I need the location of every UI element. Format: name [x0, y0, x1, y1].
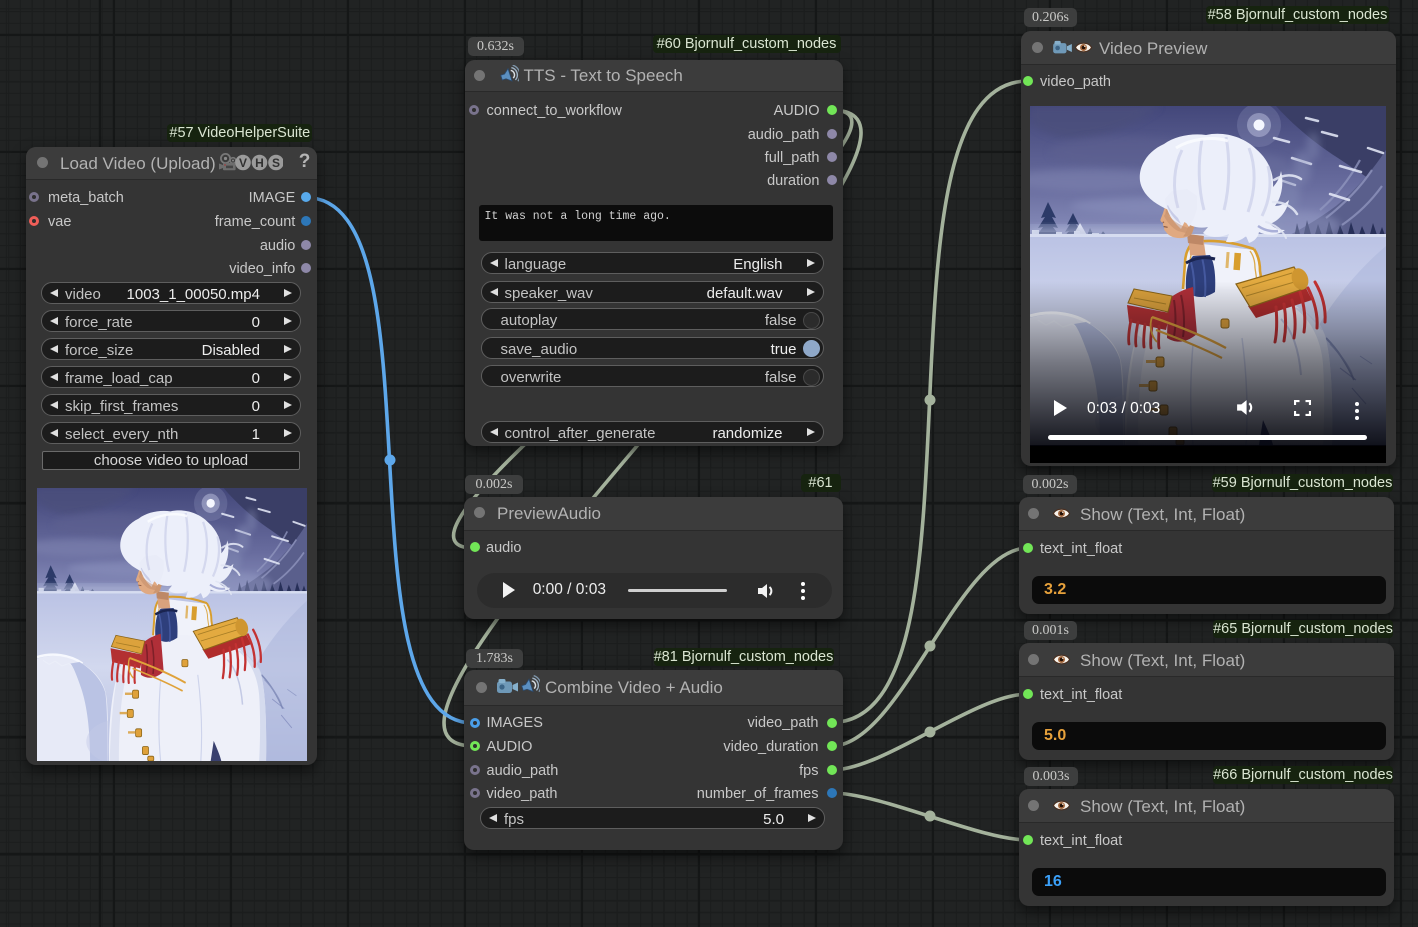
svg-text:V: V — [239, 156, 247, 170]
svg-text:H: H — [255, 156, 264, 170]
svg-text:S: S — [272, 156, 280, 170]
